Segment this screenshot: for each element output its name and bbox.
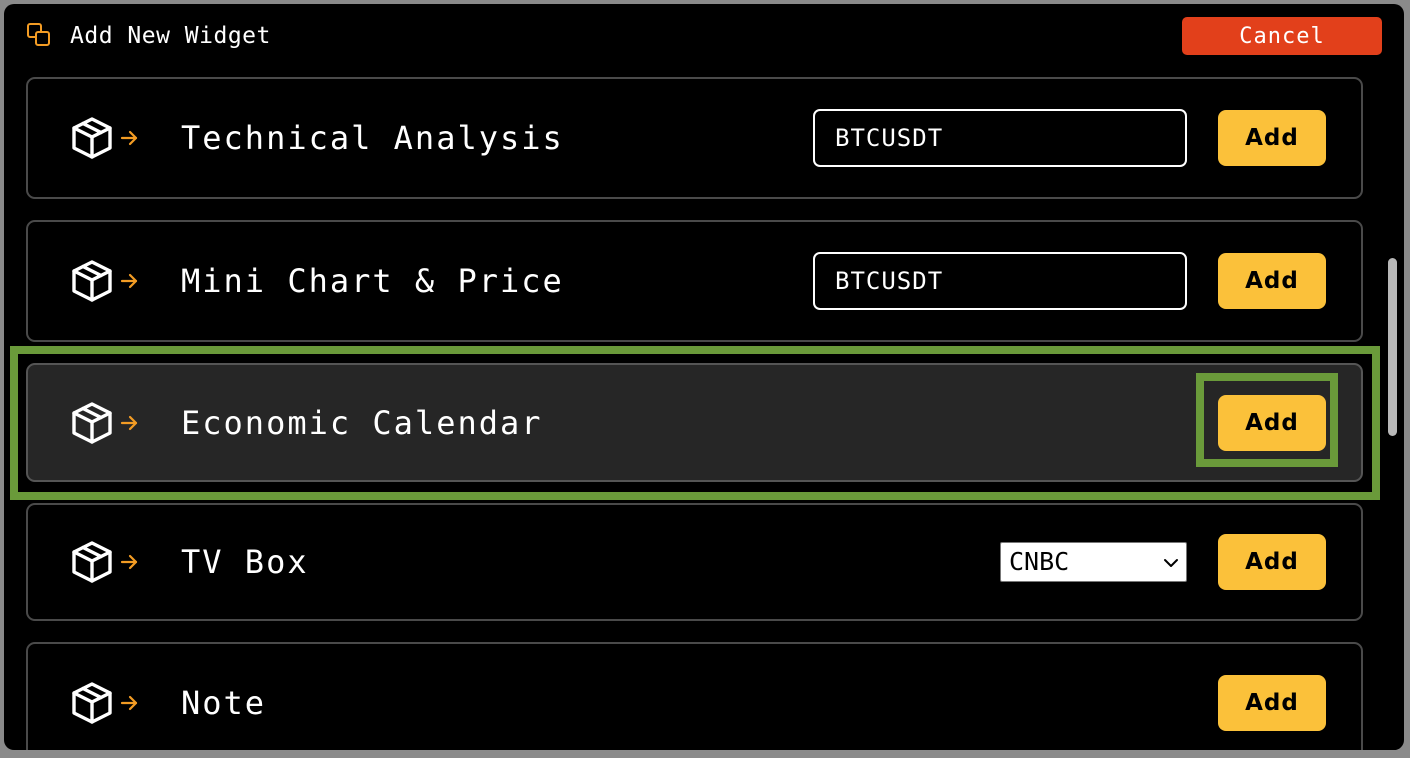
package-icon	[72, 401, 138, 444]
widget-row-economic-calendar: Economic Calendar Add	[26, 363, 1363, 482]
scrollbar[interactable]	[1384, 70, 1400, 750]
package-icon	[72, 260, 138, 302]
channel-select[interactable]: CNBC	[1000, 542, 1187, 582]
symbol-input[interactable]	[813, 252, 1187, 310]
scrollbar-thumb[interactable]	[1388, 258, 1397, 436]
widget-name: Mini Chart & Price	[181, 262, 564, 300]
add-button[interactable]: Add	[1218, 253, 1326, 309]
widget-row-technical-analysis: Technical Analysis Add	[26, 77, 1363, 199]
chevron-down-icon	[1164, 559, 1178, 567]
widget-name: Economic Calendar	[181, 403, 543, 442]
add-button[interactable]: Add	[1218, 675, 1326, 731]
package-icon	[72, 541, 138, 583]
arrow-right-icon	[120, 130, 138, 146]
add-widget-dialog: Add New Widget Cancel Technical Analysis…	[4, 4, 1404, 750]
arrow-right-icon	[120, 554, 138, 570]
arrow-right-icon	[120, 695, 138, 711]
channel-select-value: CNBC	[1009, 547, 1070, 576]
add-button[interactable]: Add	[1218, 534, 1326, 590]
symbol-input[interactable]	[813, 109, 1187, 167]
arrow-right-icon	[120, 273, 138, 289]
widget-row-mini-chart: Mini Chart & Price Add	[26, 220, 1363, 342]
widget-name: TV Box	[181, 543, 309, 581]
widget-row-tv-box: TV Box CNBC Add	[26, 503, 1363, 621]
add-button[interactable]: Add	[1218, 394, 1326, 451]
arrow-right-icon	[120, 415, 138, 430]
package-icon	[72, 682, 138, 724]
widget-name: Technical Analysis	[181, 119, 564, 157]
package-icon	[72, 117, 138, 159]
widget-name: Note	[181, 684, 267, 722]
widget-list: Technical Analysis Add Mini Chart & Pric…	[4, 4, 1384, 750]
add-button[interactable]: Add	[1218, 110, 1326, 166]
widget-row-note: Note Add	[26, 642, 1363, 750]
